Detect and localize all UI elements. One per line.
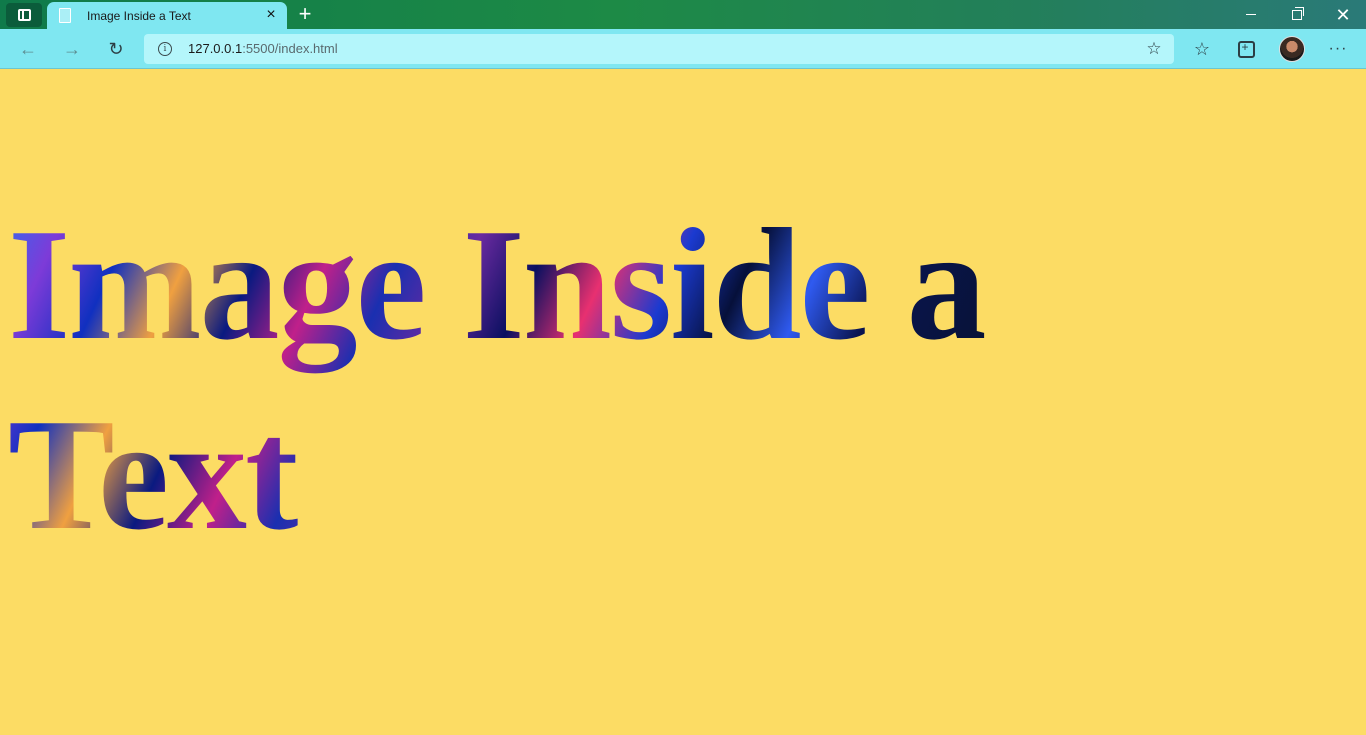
page-icon — [59, 8, 71, 23]
restore-button[interactable] — [1274, 0, 1320, 29]
profile-avatar — [1279, 36, 1305, 62]
forward-arrow-icon: → — [63, 38, 81, 59]
refresh-icon: ↻ — [108, 38, 124, 59]
favorites-button[interactable]: ☆ — [1187, 34, 1217, 64]
minimize-icon — [1246, 14, 1256, 15]
tab-actions-icon — [17, 9, 31, 21]
info-icon[interactable]: i — [158, 42, 172, 56]
tab-actions-button[interactable] — [6, 3, 42, 27]
profile-button[interactable] — [1277, 34, 1307, 64]
favorites-icon: ☆ — [1193, 38, 1211, 59]
tab-title: Image Inside a Text — [87, 8, 191, 23]
url-host: 127.0.0.1 — [188, 41, 243, 56]
back-arrow-icon: ← — [19, 38, 37, 59]
refresh-button[interactable]: ↻ — [101, 34, 131, 64]
more-icon: ··· — [1328, 40, 1348, 57]
browser-window: Image Inside a Text × + ✕ ← → ↻ i 127.0.… — [0, 0, 1366, 735]
more-button[interactable]: ··· — [1323, 34, 1353, 64]
url-text: 127.0.0.1:5500/index.html — [188, 41, 338, 56]
tab-active[interactable]: Image Inside a Text × — [47, 2, 287, 29]
new-tab-button[interactable]: + — [293, 3, 317, 25]
back-button[interactable]: ← — [13, 34, 43, 64]
add-favorite-icon[interactable]: ☆ — [1144, 39, 1164, 59]
tab-close-icon[interactable]: × — [263, 7, 279, 23]
collections-button[interactable] — [1231, 34, 1261, 64]
minimize-button[interactable] — [1228, 0, 1274, 29]
address-bar[interactable]: i 127.0.0.1:5500/index.html ☆ — [144, 34, 1174, 64]
close-icon: ✕ — [1335, 4, 1351, 25]
close-window-button[interactable]: ✕ — [1320, 0, 1366, 29]
forward-button[interactable]: → — [57, 34, 87, 64]
page-viewport: Image Inside a Text — [0, 69, 1366, 735]
page-heading: Image Inside a Text — [8, 189, 1008, 569]
navigation-toolbar: ← → ↻ i 127.0.0.1:5500/index.html ☆ ☆ ··… — [0, 29, 1366, 69]
url-path: :5500/index.html — [242, 41, 338, 56]
title-bar: Image Inside a Text × + ✕ — [0, 0, 1366, 29]
restore-icon — [1292, 6, 1304, 20]
collections-icon — [1237, 40, 1255, 58]
